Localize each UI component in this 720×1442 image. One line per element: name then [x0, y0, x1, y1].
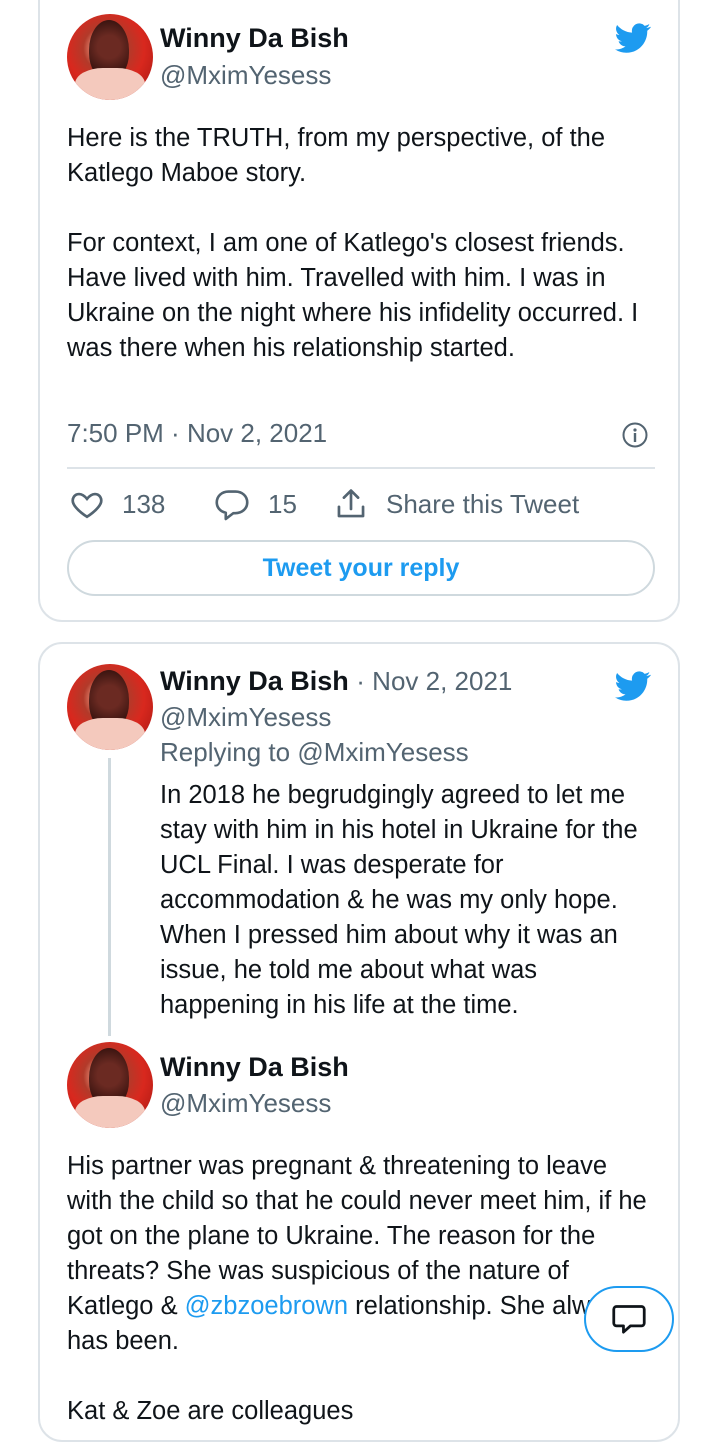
twitter-bird-icon[interactable]	[612, 20, 654, 56]
tweet-text: His partner was pregnant & threatening t…	[67, 1149, 657, 1429]
tweet-date: Nov 2, 2021	[186, 418, 328, 448]
tweet-paragraph: Here is the TRUTH, from my perspective, …	[67, 124, 606, 187]
avatar[interactable]	[67, 14, 153, 100]
tweet-text: Here is the TRUTH, from my perspective, …	[67, 121, 647, 366]
thread-connector	[108, 758, 111, 1036]
divider	[67, 467, 655, 469]
tweet-date[interactable]: · Nov 2, 2021	[356, 666, 512, 696]
tweet-paragraph: For context, I am one of Katlego's close…	[67, 229, 639, 362]
like-count: 138	[122, 488, 166, 519]
share-tweet-button[interactable]: Share this Tweet	[334, 487, 579, 521]
tweet-card-main: Winny Da Bish @MximYesess Here is the TR…	[38, 0, 680, 622]
heart-icon	[71, 492, 103, 519]
replying-to-handle[interactable]: @MximYesess	[297, 737, 468, 767]
replying-to-label: Replying to	[160, 737, 291, 767]
reply-count-button[interactable]: 15	[214, 487, 297, 521]
tweet-your-reply-button[interactable]: Tweet your reply	[67, 540, 655, 596]
author-handle[interactable]: @MximYesess	[160, 60, 331, 91]
avatar[interactable]	[67, 1042, 153, 1128]
share-icon	[337, 489, 365, 518]
author-name[interactable]: Winny Da Bish	[160, 1052, 349, 1083]
author-name-row: Winny Da Bish · Nov 2, 2021	[160, 666, 512, 697]
author-handle[interactable]: @MximYesess	[160, 702, 331, 733]
reply-count: 15	[268, 488, 297, 519]
author-handle[interactable]: @MximYesess	[160, 1088, 331, 1119]
message-icon	[612, 1305, 646, 1334]
compose-reply-button[interactable]	[584, 1286, 674, 1352]
like-button[interactable]: 138	[70, 487, 165, 521]
tweet-text: In 2018 he begrudgingly agreed to let me…	[160, 781, 638, 1019]
share-label: Share this Tweet	[386, 488, 580, 519]
replying-to: Replying to @MximYesess	[160, 737, 469, 768]
tweet-paragraph: Kat & Zoe are colleagues	[67, 1397, 354, 1425]
comment-icon	[215, 490, 249, 521]
avatar[interactable]	[67, 664, 153, 750]
tweet-paragraph: His partner was pregnant & threatening t…	[67, 1149, 657, 1359]
author-name[interactable]: Winny Da Bish	[160, 666, 349, 696]
twitter-bird-icon[interactable]	[612, 668, 654, 704]
tweet-time: 7:50 PM	[67, 418, 164, 448]
tweet-timestamp[interactable]: 7:50 PM · Nov 2, 2021	[67, 418, 327, 449]
mention-link[interactable]: @zbzoebrown	[185, 1292, 348, 1320]
info-icon[interactable]	[622, 422, 648, 448]
author-name[interactable]: Winny Da Bish	[160, 23, 349, 54]
